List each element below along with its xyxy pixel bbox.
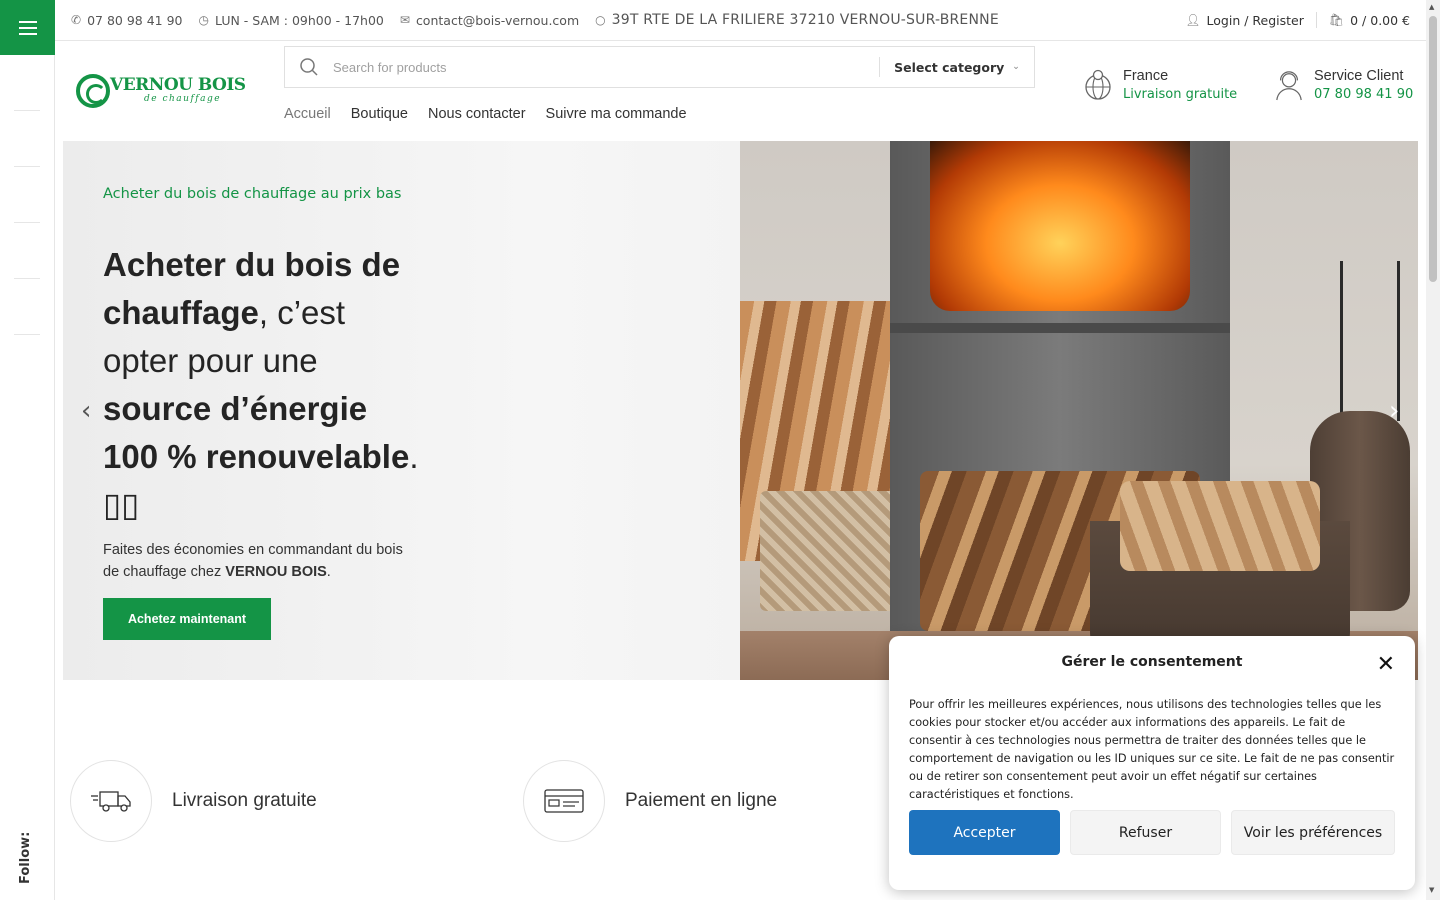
- envelope-icon: ✉: [399, 13, 410, 27]
- hero-stove-image: [740, 141, 1418, 680]
- cookie-consent-dialog: Gérer le consentement ✕ Pour offrir les …: [889, 636, 1415, 890]
- hamburger-icon: [18, 20, 37, 35]
- slider-prev-arrow-icon[interactable]: ‹: [81, 396, 91, 426]
- topbar-email[interactable]: ✉ contact@bois-vernou.com: [400, 13, 579, 28]
- category-select-label: Select category: [894, 59, 1005, 75]
- scrollbar-thumb[interactable]: [1429, 16, 1437, 282]
- location-dot-icon: ○: [595, 13, 606, 27]
- social-divider: [14, 222, 40, 223]
- search-input[interactable]: [333, 59, 879, 75]
- topbar-address: ○ 39T RTE DE LA FRILIERE 37210 VERNOU-SU…: [595, 12, 999, 28]
- social-divider: [14, 278, 40, 279]
- social-divider: [14, 334, 40, 335]
- feature-online-payment: Paiement en ligne: [523, 760, 777, 842]
- topbar-address-text: 39T RTE DE LA FRILIERE 37210 VERNOU-SUR-…: [611, 12, 999, 28]
- logo-title: VERNOU BOIS: [110, 75, 246, 95]
- accept-cookies-button[interactable]: Accepter: [909, 810, 1060, 855]
- hero-desc-brand: VERNOU BOIS: [225, 564, 327, 580]
- login-register-link[interactable]: 👤︎ Login / Register: [1185, 13, 1304, 28]
- hamburger-menu-button[interactable]: [0, 0, 55, 55]
- clock-icon: ◷: [198, 13, 209, 27]
- hero-slider: Acheter du bois de chauffage au prix bas…: [63, 141, 1418, 680]
- follow-label: Follow:: [18, 831, 33, 884]
- stove-fire-window: [930, 141, 1190, 311]
- buy-now-button[interactable]: Achetez maintenant: [103, 598, 271, 640]
- scroll-up-arrow-icon[interactable]: ▲: [1429, 3, 1434, 11]
- consent-text: Pour offrir les meilleures expériences, …: [909, 698, 1395, 801]
- chevron-down-icon: ⌄: [1012, 62, 1020, 72]
- customer-service-phone[interactable]: 07 80 98 41 90: [1314, 87, 1413, 102]
- cart-link[interactable]: 🛍︎ 0 / 0.00 €: [1329, 13, 1410, 28]
- nav-item-boutique[interactable]: Boutique: [351, 106, 408, 122]
- stove-belt: [890, 323, 1230, 333]
- consent-title: Gérer le consentement: [1061, 654, 1243, 670]
- topbar-phone-text: 07 80 98 41 90: [87, 12, 183, 28]
- hero-title-tail: .: [409, 438, 419, 475]
- topbar-hours: ◷ LUN - SAM : 09h00 - 17h00: [199, 13, 384, 28]
- logo-swirl-icon: [76, 74, 110, 108]
- nav-item-contact[interactable]: Nous contacter: [428, 106, 526, 122]
- feature-free-delivery: Livraison gratuite: [70, 760, 317, 842]
- phone-icon: ✆: [71, 13, 82, 27]
- shopping-bag-icon: 🛍︎: [1328, 13, 1345, 27]
- shipping-subtitle: Livraison gratuite: [1123, 87, 1238, 102]
- globe-pin-icon: [1083, 69, 1113, 100]
- social-divider: [14, 166, 40, 167]
- credit-card-icon: [523, 760, 605, 842]
- site-logo[interactable]: VERNOU BOIS de chauffage: [76, 72, 246, 112]
- login-register-text: Login / Register: [1206, 12, 1304, 28]
- nav-item-order-tracking[interactable]: Suivre ma commande: [546, 106, 687, 122]
- feature-online-payment-label: Paiement en ligne: [625, 790, 778, 811]
- kindling-pile: [1120, 481, 1320, 571]
- hero-subtitle: Acheter du bois de chauffage au prix bas: [103, 186, 402, 202]
- view-preferences-button[interactable]: Voir les préférences: [1231, 810, 1395, 855]
- scroll-down-arrow-icon[interactable]: ▼: [1429, 886, 1434, 894]
- flag-emoji-icon: ▯▯: [103, 486, 140, 523]
- page-scrollbar[interactable]: ▲ ▼: [1426, 0, 1440, 900]
- hero-description: Faites des économies en commandant du bo…: [103, 539, 413, 583]
- main-navigation: Accueil Boutique Nous contacter Suivre m…: [284, 106, 687, 122]
- cart-total: 0 / 0.00 €: [1350, 12, 1410, 28]
- topbar-divider: [1315, 12, 1317, 28]
- category-select[interactable]: Select category ⌄: [880, 60, 1034, 75]
- topbar-phone[interactable]: ✆ 07 80 98 41 90: [71, 13, 183, 28]
- social-divider: [14, 110, 40, 111]
- user-icon: 👤︎: [1185, 13, 1201, 27]
- refuse-cookies-button[interactable]: Refuser: [1070, 810, 1221, 855]
- hero-title-bold-1: Acheter du bois de chauffage: [103, 246, 401, 331]
- left-sidebar: Follow:: [0, 0, 55, 900]
- product-search: Select category ⌄: [284, 46, 1035, 88]
- truck-icon: [70, 760, 152, 842]
- customer-service-title: Service Client: [1314, 68, 1404, 84]
- slider-next-arrow-icon[interactable]: ›: [1389, 396, 1399, 426]
- hero-title: Acheter du bois de chauffage, c’est opte…: [103, 241, 423, 529]
- support-agent-icon: [1274, 70, 1304, 101]
- close-icon[interactable]: ✕: [1377, 652, 1395, 677]
- top-bar: ✆ 07 80 98 41 90 ◷ LUN - SAM : 09h00 - 1…: [55, 0, 1426, 41]
- feature-free-delivery-label: Livraison gratuite: [172, 790, 317, 811]
- shipping-title: France: [1123, 68, 1169, 84]
- search-icon[interactable]: [285, 57, 333, 77]
- hero-title-bold-2: source d’énergie 100 % renouvelable: [103, 390, 410, 475]
- logo-subtitle: de chauffage: [144, 94, 222, 104]
- hero-desc-end: .: [326, 564, 331, 580]
- topbar-hours-text: LUN - SAM : 09h00 - 17h00: [214, 12, 384, 28]
- nav-item-accueil[interactable]: Accueil: [284, 106, 331, 122]
- topbar-email-text: contact@bois-vernou.com: [415, 12, 580, 28]
- customer-service-info: Service Client 07 80 98 41 90: [1274, 68, 1413, 102]
- shipping-info: France Livraison gratuite: [1083, 68, 1237, 102]
